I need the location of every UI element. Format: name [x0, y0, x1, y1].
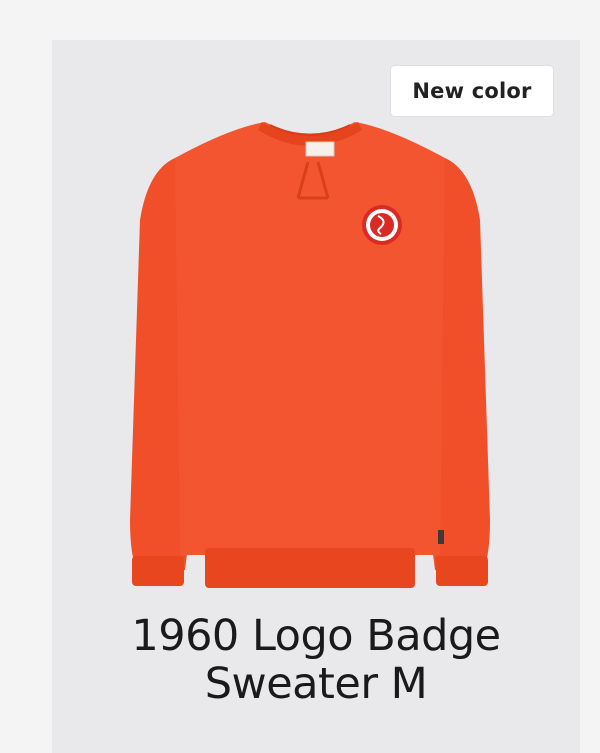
product-title[interactable]: 1960 Logo Badge Sweater M — [52, 612, 580, 708]
title-line-1: 1960 Logo Badge — [131, 611, 501, 661]
sweater-image[interactable] — [110, 100, 510, 600]
title-line-2: Sweater M — [204, 659, 428, 709]
